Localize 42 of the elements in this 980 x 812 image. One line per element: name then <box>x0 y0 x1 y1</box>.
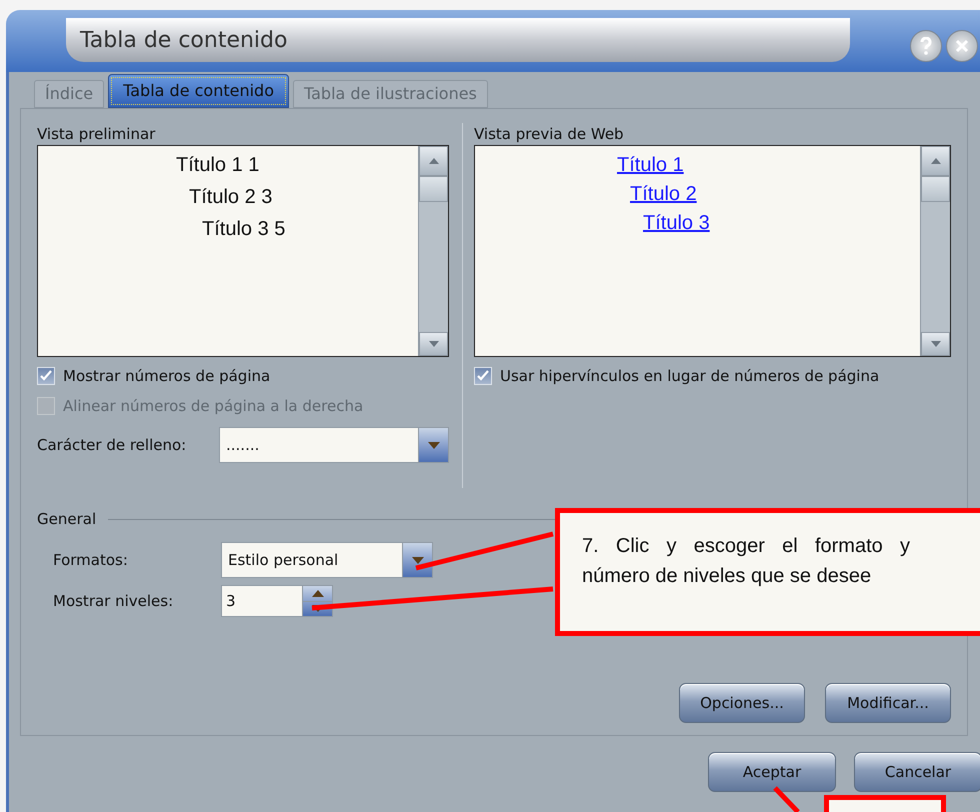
preview-line: Título 3 5 <box>201 217 286 242</box>
checkbox-label: Alinear números de página a la derecha <box>63 396 364 417</box>
formats-dropdown[interactable]: Estilo personal <box>221 542 433 578</box>
preview-link[interactable]: Título 1 <box>617 154 684 176</box>
dialog-button[interactable]: Cancelar <box>854 752 980 792</box>
checkbox-label: Usar hipervínculos en lugar de números de página <box>500 366 880 387</box>
field-label: Carácter de relleno: <box>37 434 188 456</box>
down-arrow-icon <box>930 341 940 347</box>
dropdown-arrow-icon <box>428 442 440 448</box>
tab[interactable]: Tabla de contenido <box>108 74 289 108</box>
scroll-thumb[interactable] <box>419 176 448 202</box>
panel-button[interactable]: Modificar... <box>825 683 951 723</box>
field-label: Mostrar niveles: <box>53 590 174 612</box>
close-icon[interactable] <box>946 30 978 62</box>
up-arrow-icon <box>312 590 324 597</box>
up-arrow-icon <box>930 158 940 164</box>
scrollbar[interactable] <box>920 146 950 356</box>
section-label: Vista preliminar <box>37 124 156 145</box>
checkbox[interactable] <box>37 367 55 385</box>
scroll-thumb[interactable] <box>921 176 950 202</box>
leader-line <box>773 786 800 812</box>
checkmark-icon <box>477 370 489 382</box>
preview-line: Título 1 1 <box>176 153 260 178</box>
up-arrow-icon <box>428 158 438 164</box>
dropdown-arrow-icon <box>412 556 424 564</box>
checkbox[interactable] <box>474 367 492 385</box>
section-label: Vista previa de Web <box>474 124 625 145</box>
help-icon[interactable] <box>910 30 942 62</box>
checkmark-icon <box>40 370 52 382</box>
group-label: General <box>37 508 98 530</box>
preview-link[interactable]: Título 2 <box>630 183 697 205</box>
down-arrow-icon <box>428 341 438 347</box>
annotation-text: 7. Clic y escoger el formato y número de niveles que se desee <box>582 534 910 589</box>
field-label: Formatos: <box>53 550 129 571</box>
dialog-button[interactable]: Aceptar <box>708 752 836 792</box>
fill-character-dropdown[interactable]: ....... <box>219 427 449 463</box>
panel-button[interactable]: Opciones... <box>679 683 805 723</box>
preview-line: Título 2 3 <box>188 185 274 210</box>
checkbox-label: Mostrar números de página <box>63 366 270 387</box>
window-title: Tabla de contenido <box>80 26 288 54</box>
preview-link[interactable]: Título 3 <box>643 212 710 234</box>
scrollbar[interactable] <box>418 146 448 356</box>
